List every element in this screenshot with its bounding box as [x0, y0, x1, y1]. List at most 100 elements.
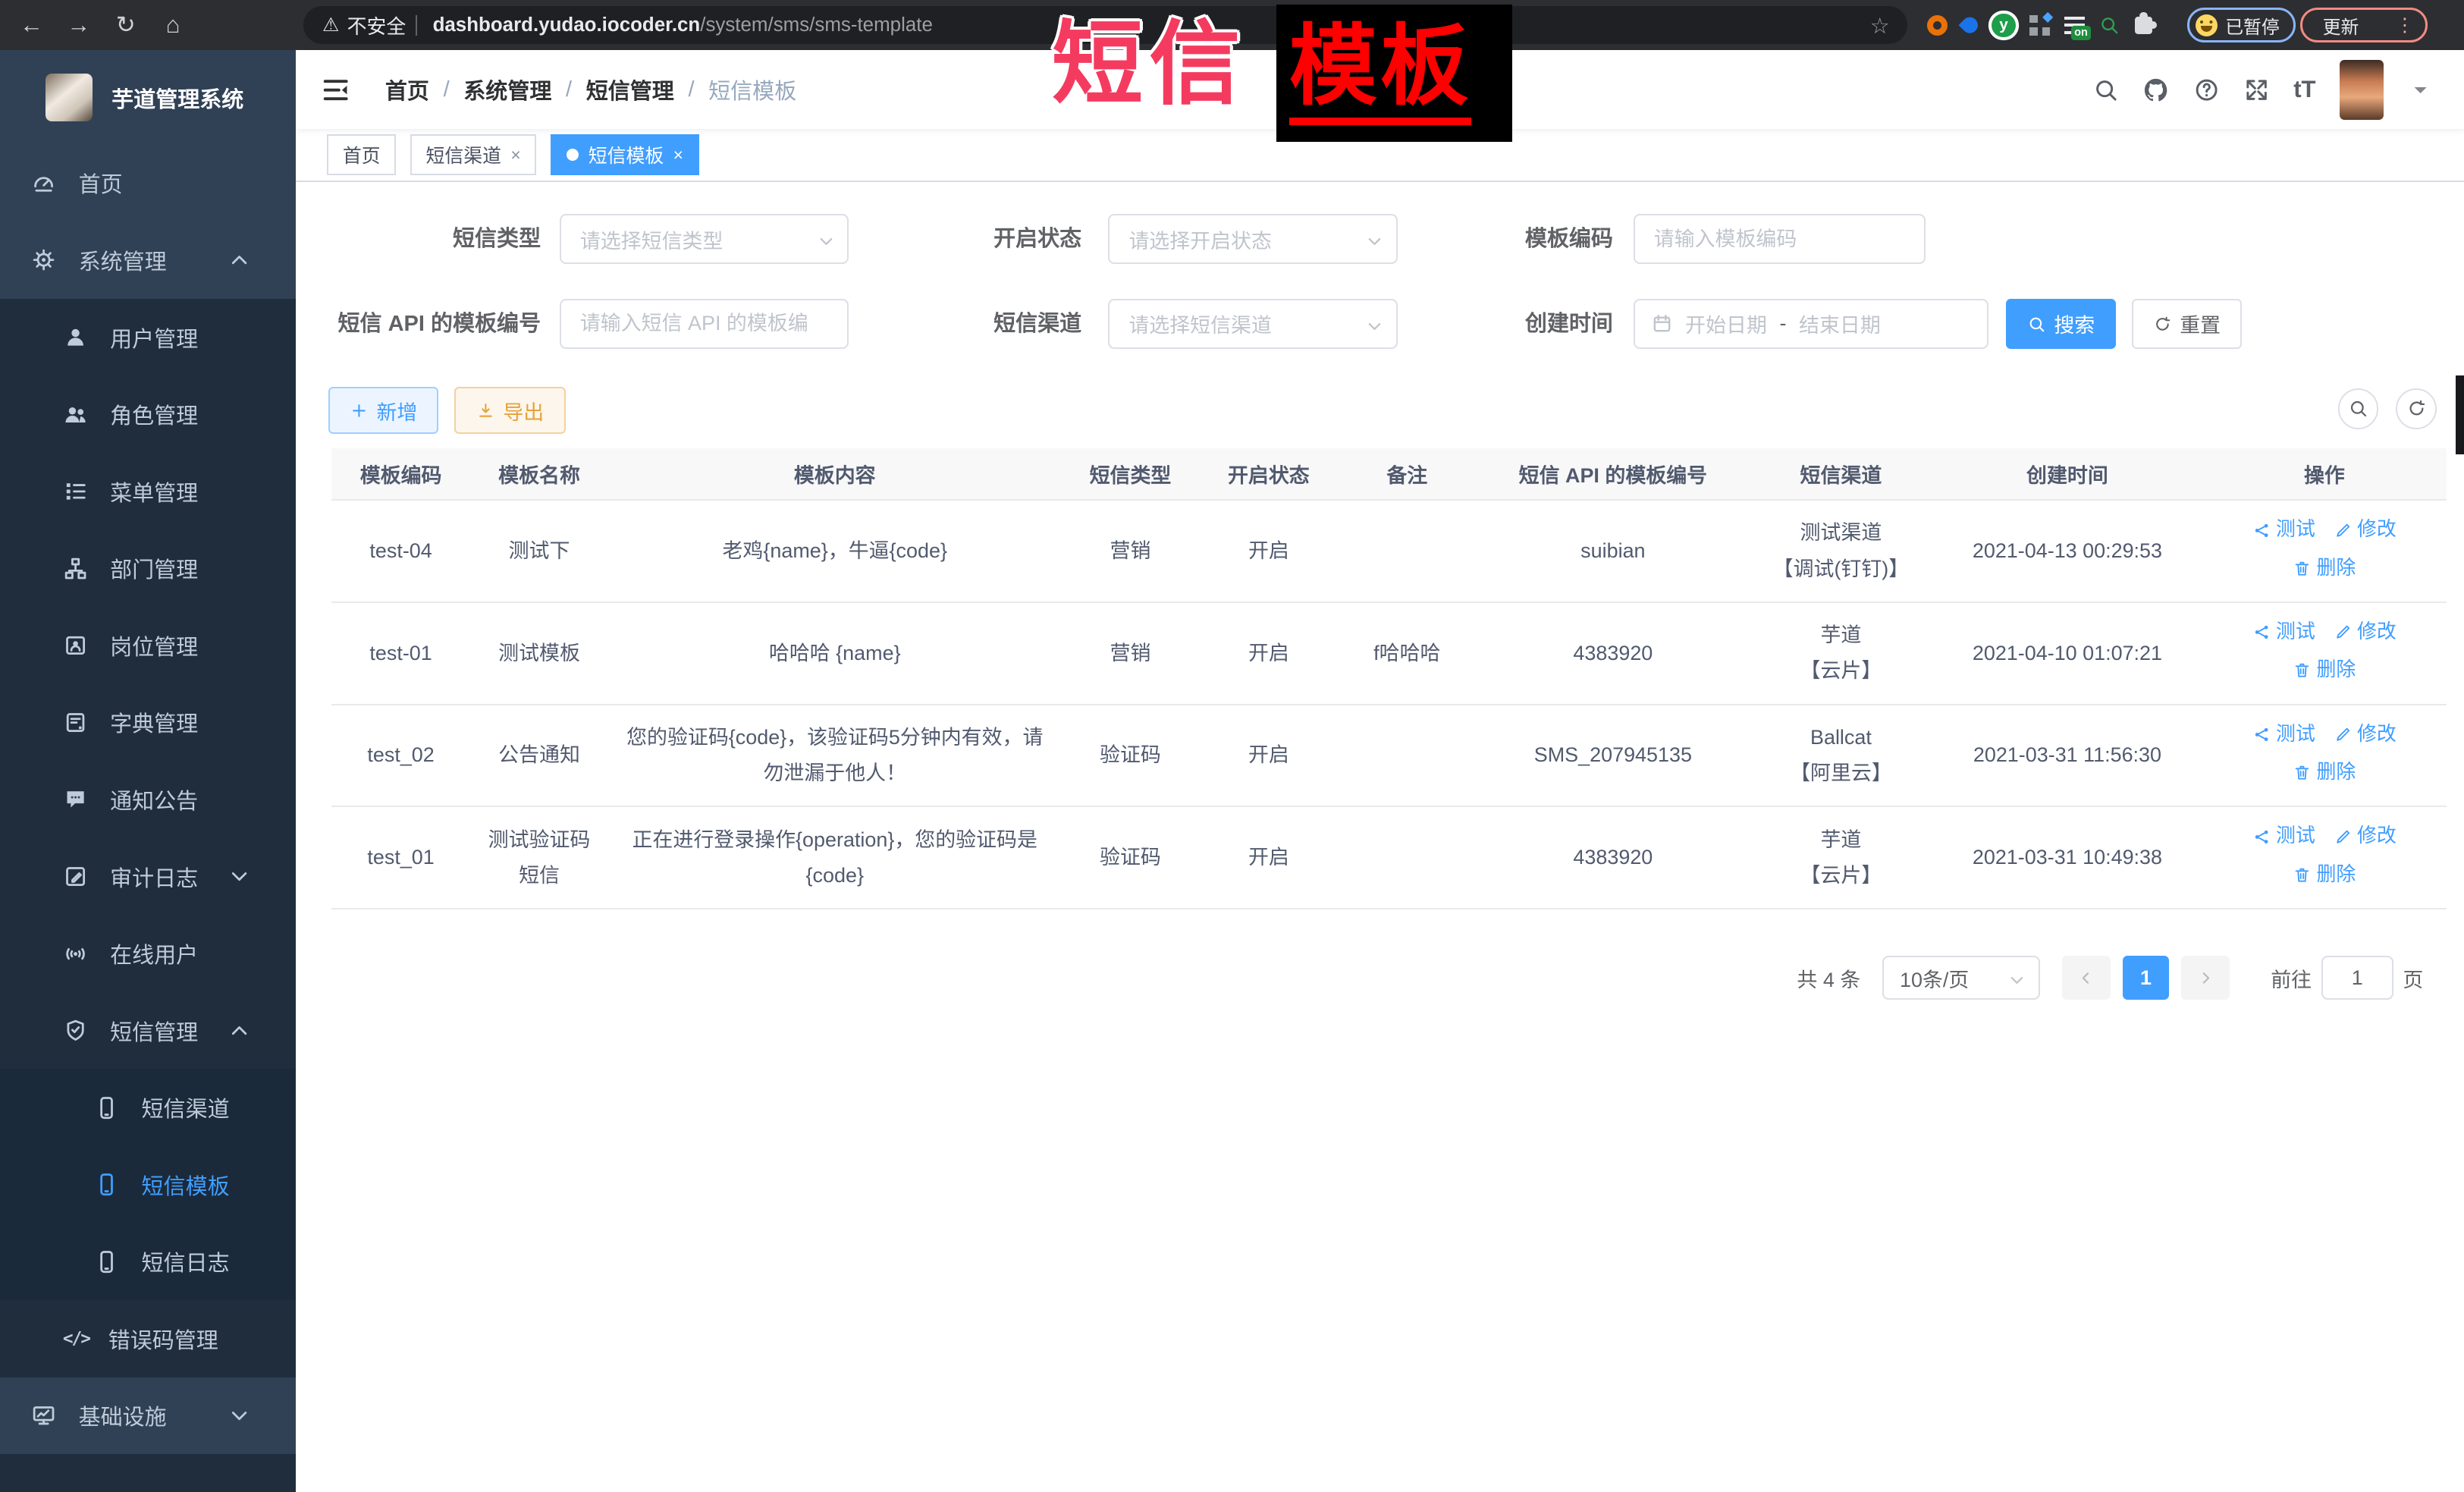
add-button[interactable]: 新增 [328, 387, 438, 434]
caret-down-icon[interactable] [2407, 77, 2434, 103]
sidebar-item-system-mgmt[interactable]: 系统管理 [0, 221, 296, 299]
extension-grid-icon[interactable] [2029, 15, 2050, 36]
sidebar-item-sms-log[interactable]: 短信日志 [0, 1223, 296, 1301]
export-button[interactable]: 导出 [454, 387, 566, 434]
sidebar-item-menu-mgmt[interactable]: 菜单管理 [0, 453, 296, 530]
page-content: 短信类型 请选择短信类型 开启状态 请选择开启状态 模板编码 短信 API 的模… [296, 182, 2464, 1492]
edit-link[interactable]: 修改 [2334, 513, 2397, 547]
extension-list-icon[interactable]: on [2064, 17, 2085, 34]
delete-label: 删除 [2317, 551, 2356, 586]
edit-link[interactable]: 修改 [2334, 615, 2397, 649]
date-range-picker[interactable]: 开始日期 - 结束日期 [1634, 299, 1988, 349]
sidebar-item-user-mgmt[interactable]: 用户管理 [0, 299, 296, 376]
tab-home[interactable]: 首页 [327, 134, 396, 175]
sidebar-item-dept-mgmt[interactable]: 部门管理 [0, 530, 296, 608]
template-code-input[interactable] [1634, 214, 1926, 264]
bookmark-star-icon[interactable]: ☆ [1870, 13, 1890, 39]
extension-y-icon[interactable]: y [1992, 14, 2015, 37]
reset-button-label: 重置 [2180, 309, 2221, 338]
search-button[interactable]: 搜索 [2006, 299, 2116, 349]
org-chart-icon [63, 556, 88, 581]
security-label[interactable]: 不安全 [347, 11, 406, 39]
cell-name: 测试模板 [470, 602, 608, 705]
breadcrumb-separator: / [566, 77, 572, 102]
delete-label: 删除 [2317, 653, 2356, 687]
prev-page-button[interactable] [2062, 956, 2111, 1000]
browser-back-icon[interactable]: ← [9, 0, 53, 50]
tab-sms-channel[interactable]: 短信渠道 × [410, 134, 537, 175]
breadcrumb-item[interactable]: 系统管理 [463, 74, 551, 105]
toggle-search-button[interactable] [2338, 388, 2379, 429]
message-icon [63, 787, 88, 812]
channel-provider: 【调试(钉钉)】 [1762, 551, 1919, 587]
status-select[interactable]: 请选择开启状态 [1108, 214, 1397, 264]
channel-provider: 【云片】 [1762, 653, 1919, 689]
extension-drop-icon[interactable] [1959, 14, 1981, 36]
sidebar-item-infrastructure[interactable]: 基础设施 [0, 1377, 296, 1455]
refresh-table-button[interactable] [2396, 388, 2437, 429]
paused-profile-chip[interactable]: 已暂停 [2187, 8, 2296, 42]
chrome-update-button[interactable]: 更新 ⋮ [2300, 8, 2428, 42]
tab-sms-template[interactable]: 短信模板 × [551, 134, 699, 175]
breadcrumb-item[interactable]: 首页 [385, 74, 429, 105]
goto-page-input[interactable] [2321, 956, 2393, 1000]
delete-link[interactable]: 删除 [2293, 858, 2356, 892]
browser-forward-icon[interactable]: → [57, 0, 101, 50]
delete-link[interactable]: 删除 [2293, 755, 2356, 790]
extension-ring-icon[interactable] [1927, 15, 1948, 36]
sms-type-select[interactable]: 请选择短信类型 [560, 214, 849, 264]
chevron-down-icon [2007, 970, 2027, 991]
sidebar-item-sms-template[interactable]: 短信模板 [0, 1146, 296, 1223]
sidebar-item-role-mgmt[interactable]: 角色管理 [0, 375, 296, 453]
breadcrumb-current: 短信模板 [708, 74, 796, 105]
breadcrumb-item[interactable]: 短信管理 [586, 74, 674, 105]
browser-reload-icon[interactable]: ↻ [104, 0, 148, 50]
fullscreen-icon[interactable] [2243, 77, 2270, 103]
delete-link[interactable]: 删除 [2293, 551, 2356, 586]
sidebar-item-audit-log[interactable]: 审计日志 [0, 838, 296, 916]
phone-icon [94, 1095, 119, 1120]
close-icon[interactable]: × [673, 146, 683, 164]
help-icon[interactable] [2193, 77, 2220, 103]
edit-link[interactable]: 修改 [2334, 819, 2397, 853]
extensions-puzzle-icon[interactable] [2135, 17, 2152, 34]
next-page-button[interactable] [2181, 956, 2230, 1000]
sidebar-item-notice[interactable]: 通知公告 [0, 761, 296, 838]
kebab-menu-icon[interactable]: ⋮ [2395, 16, 2414, 35]
table-row: test_02 公告通知 您的验证码{code}，该验证码5分钟内有效，请勿泄漏… [331, 705, 2446, 807]
sidebar-item-errcode-mgmt[interactable]: </> 错误码管理 [0, 1300, 296, 1377]
delete-link[interactable]: 删除 [2293, 653, 2356, 687]
app-logo[interactable]: 芋道管理系统 [0, 50, 296, 144]
close-icon[interactable]: × [510, 146, 520, 164]
github-icon[interactable] [2142, 77, 2169, 103]
user-avatar[interactable] [2340, 60, 2384, 120]
sidebar-item-home[interactable]: 首页 [0, 145, 296, 222]
table-header-row: 模板编码 模板名称 模板内容 短信类型 开启状态 备注 短信 API 的模板编号… [331, 448, 2446, 500]
extension-magnifier-icon[interactable] [2098, 14, 2120, 36]
browser-home-icon[interactable]: ⌂ [151, 0, 195, 50]
sidebar-item-dict-mgmt[interactable]: 字典管理 [0, 684, 296, 762]
test-link[interactable]: 测试 [2252, 819, 2315, 853]
sidebar-item-sms-channel[interactable]: 短信渠道 [0, 1069, 296, 1146]
edit-link[interactable]: 修改 [2334, 718, 2397, 752]
test-link[interactable]: 测试 [2252, 615, 2315, 649]
book-icon [63, 710, 88, 735]
cell-status: 开启 [1200, 602, 1338, 705]
sidebar-item-sms-mgmt[interactable]: 短信管理 [0, 992, 296, 1070]
page-number-button[interactable]: 1 [2123, 956, 2168, 1000]
sidebar-item-online-users[interactable]: 在线用户 [0, 915, 296, 992]
api-template-id-input[interactable] [560, 299, 849, 349]
reset-button[interactable]: 重置 [2132, 299, 2242, 349]
table-row: test_01 测试验证码短信 正在进行登录操作{operation}，您的验证… [331, 806, 2446, 909]
test-link[interactable]: 测试 [2252, 718, 2315, 752]
collapse-sidebar-icon[interactable] [321, 75, 350, 105]
font-size-icon[interactable]: tT [2293, 76, 2315, 103]
page-size-select[interactable]: 10条/页 [1882, 956, 2039, 1000]
sidebar-item-post-mgmt[interactable]: 岗位管理 [0, 607, 296, 684]
test-link[interactable]: 测试 [2252, 513, 2315, 547]
test-label: 测试 [2276, 819, 2315, 853]
cell-actions: 测试 修改 删除 [2202, 602, 2446, 705]
channel-select[interactable]: 请选择短信渠道 [1108, 299, 1397, 349]
search-icon[interactable] [2092, 77, 2119, 103]
page-scrollbar-thumb[interactable] [2456, 375, 2464, 454]
